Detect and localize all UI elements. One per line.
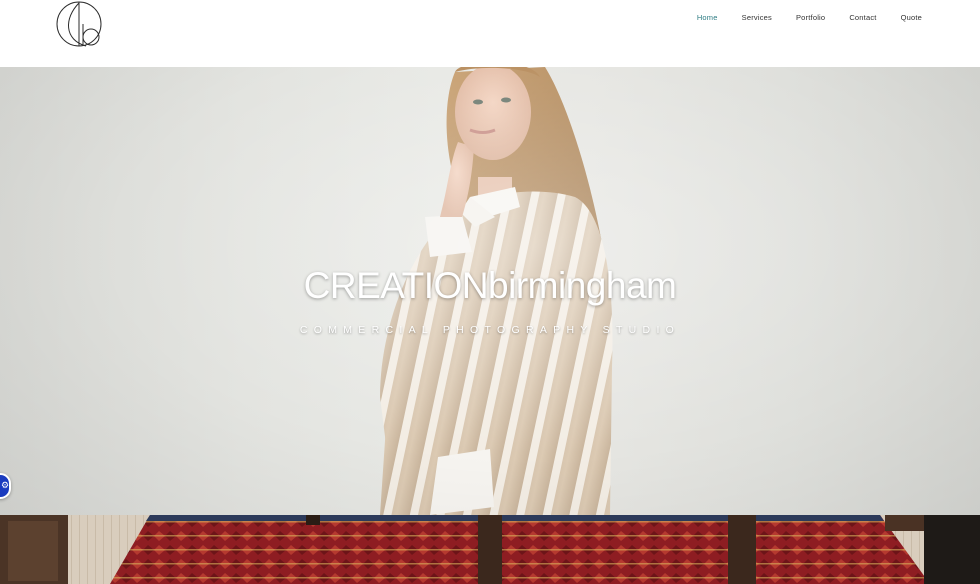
rug-furniture-photo <box>0 515 980 584</box>
hero-subtitle: COMMERCIAL PHOTOGRAPHY STUDIO <box>299 324 681 336</box>
cb-monogram-logo[interactable] <box>54 0 106 50</box>
site-header: Home Services Portfolio Contact Quote <box>0 0 980 67</box>
nav-item-services[interactable]: Services <box>742 13 772 22</box>
nav-item-home[interactable]: Home <box>697 13 718 22</box>
hero-title: CREATIONbirmingham <box>303 265 677 306</box>
accessibility-icon: ⚙ <box>1 480 10 490</box>
next-section-photo-strip <box>0 515 980 584</box>
nav-item-portfolio[interactable]: Portfolio <box>796 13 825 22</box>
hero-section: CREATIONbirmingham COMMERCIAL PHOTOGRAPH… <box>0 67 980 515</box>
nav-item-quote[interactable]: Quote <box>901 13 922 22</box>
nav-item-contact[interactable]: Contact <box>849 13 876 22</box>
page: Home Services Portfolio Contact Quote CR… <box>0 0 980 584</box>
main-navigation: Home Services Portfolio Contact Quote <box>673 13 922 22</box>
